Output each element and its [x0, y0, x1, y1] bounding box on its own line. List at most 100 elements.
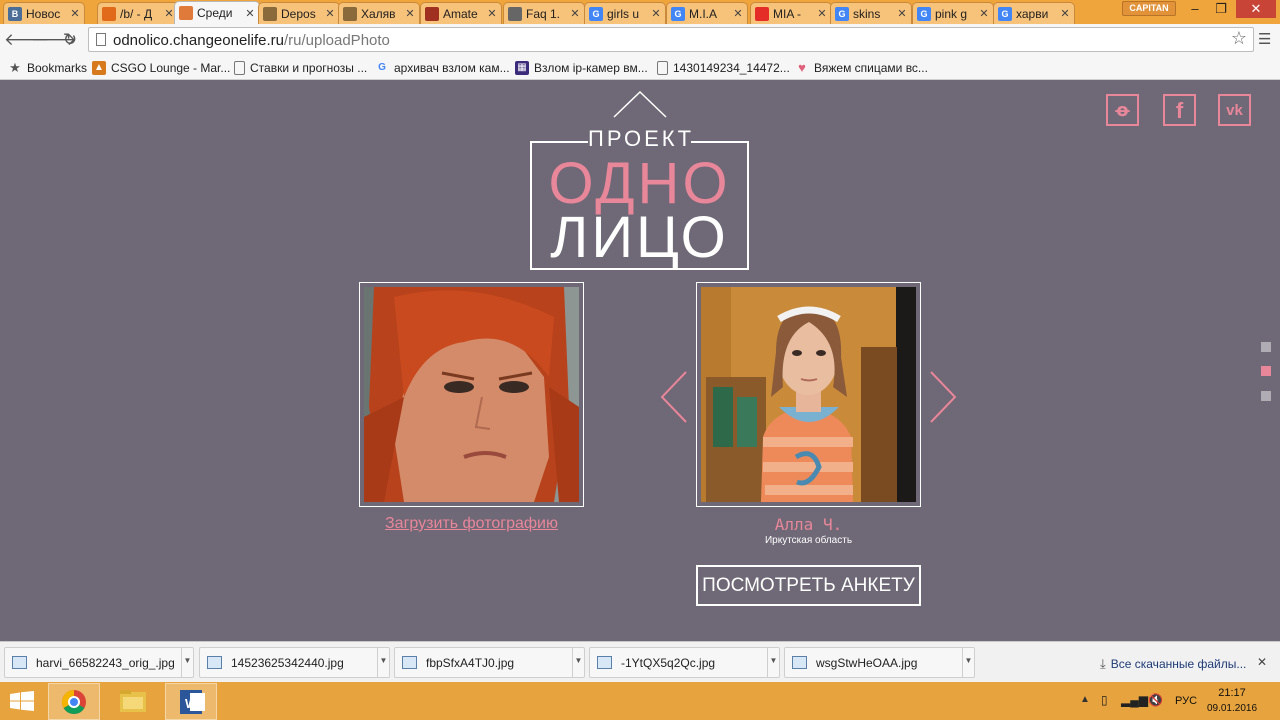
tab-10[interactable]: MIA - ✕ [750, 2, 832, 24]
pager-dot[interactable] [1261, 391, 1271, 401]
clock-time[interactable]: 21:17 [1205, 687, 1259, 699]
clock-date[interactable]: 09.01.2016 [1205, 703, 1259, 714]
maximize-button[interactable]: ❐ [1208, 0, 1234, 18]
chrome-menu-icon[interactable]: ☰ [1258, 30, 1271, 48]
chevron-down-icon[interactable]: ▼ [962, 648, 974, 677]
facebook-icon[interactable]: f [1163, 94, 1196, 126]
download-item[interactable]: wsgStwHeOAA.jpg ▼ [784, 647, 975, 678]
device-icon[interactable]: ▯ [1101, 693, 1108, 707]
windows-start-icon[interactable] [10, 691, 34, 711]
chevron-down-icon[interactable]: ▼ [572, 648, 584, 677]
tab-title: MIA - [773, 6, 802, 21]
google-icon: G [378, 61, 386, 73]
view-profile-button[interactable]: ПОСМОТРЕТЬ АНКЕТУ [696, 565, 921, 606]
profile-badge[interactable]: CAPITAN [1122, 1, 1176, 16]
google-icon: G [671, 6, 685, 21]
tab-title: Новос [26, 6, 61, 21]
pager-dot-active[interactable] [1261, 366, 1271, 376]
logo-title-top: ПРОЕКТ [588, 126, 695, 151]
all-downloads-link[interactable]: Все скачанные файлы... [1100, 656, 1247, 672]
tab-title: M.I.A [689, 6, 718, 21]
volume-muted-icon[interactable]: 🔇 [1148, 693, 1163, 707]
tab-close-icon[interactable]: ✕ [1059, 7, 1071, 20]
windows-taskbar: W ▲ ▯ ▂▄▆ 🔇 РУС 21:17 09.01.2016 [0, 682, 1280, 720]
tab-title: Faq 1. [526, 6, 561, 21]
tab-close-icon[interactable]: ✕ [569, 7, 581, 20]
upload-photo-link[interactable]: Загрузить фотографию [359, 515, 584, 533]
odnoklassniki-icon[interactable]: ꝋ [1106, 94, 1139, 126]
vkontakte-icon[interactable]: vk [1218, 94, 1251, 126]
tab-close-icon[interactable]: ✕ [404, 7, 416, 20]
chevron-down-icon[interactable]: ▼ [767, 648, 779, 677]
tab-close-icon[interactable]: ✕ [816, 7, 828, 20]
bookmark-item[interactable]: ▦ Взлом ip-камер вм... [515, 59, 648, 76]
downloads-bar: harvi_66582243_orig_.jpg ▼ 14523625342440… [0, 641, 1280, 682]
tab-close-icon[interactable]: ✕ [324, 7, 336, 20]
uploaded-photo [364, 287, 579, 502]
explorer-task-button[interactable] [108, 683, 160, 720]
tab-close-icon[interactable]: ✕ [896, 7, 908, 20]
download-item[interactable]: fbpSfxA4TJ0.jpg ▼ [394, 647, 585, 678]
tab-close-icon[interactable]: ✕ [244, 7, 256, 20]
page-icon [96, 33, 106, 46]
bookmark-item[interactable]: Ставки и прогнозы ... [234, 59, 367, 76]
chevron-down-icon[interactable]: ▼ [377, 648, 389, 677]
back-arrow-icon[interactable]: 🡐 [4, 28, 50, 52]
address-bar[interactable]: odnolico.changeonelife.ru/ru/uploadPhoto… [88, 27, 1254, 52]
reload-icon[interactable]: ↻ [58, 28, 82, 52]
tab-close-icon[interactable]: ✕ [650, 7, 662, 20]
tab-9[interactable]: G M.I.A ✕ [666, 2, 748, 24]
tab-7[interactable]: Faq 1. ✕ [503, 2, 585, 24]
tab-title: girls u [607, 6, 640, 21]
tab-title: skins [853, 6, 881, 21]
bookmark-star-icon[interactable]: ☆ [1231, 28, 1247, 49]
tab-11[interactable]: Gskins ✕ [830, 2, 912, 24]
uploaded-photo-frame[interactable] [359, 282, 584, 507]
tab-5[interactable]: Халяв ✕ [338, 2, 420, 24]
image-file-icon [207, 656, 222, 669]
tab-close-icon[interactable]: ✕ [732, 7, 744, 20]
language-indicator[interactable]: РУС [1175, 695, 1197, 707]
tab-8[interactable]: Ggirls u ✕ [584, 2, 666, 24]
tab-4[interactable]: Depos ✕ [258, 2, 340, 24]
bolt-icon [102, 6, 116, 21]
window-close-button[interactable]: ✕ [1236, 0, 1276, 18]
bookmark-item[interactable]: ★ Bookmarks [8, 59, 87, 76]
match-photo-frame[interactable] [696, 282, 921, 507]
tab-close-icon[interactable]: ✕ [978, 7, 990, 20]
minimize-button[interactable]: – [1182, 0, 1208, 18]
tray-expand-icon[interactable]: ▲ [1080, 694, 1090, 705]
google-icon: G [917, 6, 931, 21]
tab-1[interactable]: B Новос ✕ [3, 2, 85, 24]
person-name: Алла Ч. [774, 515, 843, 534]
tab-close-icon[interactable]: ✕ [486, 7, 498, 20]
tab-6[interactable]: Amate ✕ [420, 2, 502, 24]
tab-3[interactable]: Среди ✕ [174, 1, 260, 24]
tab-12[interactable]: Gpink g ✕ [912, 2, 994, 24]
tab-close-icon[interactable]: ✕ [69, 7, 81, 20]
close-icon[interactable]: ✕ [1257, 655, 1267, 669]
chevron-right-icon[interactable] [928, 370, 958, 424]
bookmarks-bar: ★ Bookmarks ▲ CSGO Lounge - Mar... Ставки … [0, 55, 1280, 80]
chevron-left-icon[interactable] [659, 370, 689, 424]
forward-arrow-icon[interactable]: 🡒 [31, 28, 77, 52]
network-icon[interactable]: ▂▄▆ [1121, 693, 1148, 707]
tab-13[interactable]: Gхарви ✕ [993, 2, 1075, 24]
bookmark-item[interactable]: ♥ Вяжем спицами вс... [795, 59, 928, 76]
word-task-button[interactable]: W [165, 683, 217, 720]
tab-title: харви [1016, 6, 1049, 21]
pager-dot[interactable] [1261, 342, 1271, 352]
bookmark-item[interactable]: ▲ CSGO Lounge - Mar... [92, 59, 230, 76]
bookmark-item[interactable]: 1430149234_14472... [657, 59, 790, 76]
url-text[interactable]: odnolico.changeonelife.ru/ru/uploadPhoto [113, 32, 390, 49]
chevron-down-icon[interactable]: ▼ [181, 648, 193, 677]
amate-icon [425, 6, 439, 21]
bookmark-item[interactable]: Gархивач взлом кам... [375, 59, 509, 76]
download-item[interactable]: -1YtQX5q2Qc.jpg ▼ [589, 647, 780, 678]
tab-2[interactable]: /b/ - Д ✕ [97, 2, 179, 24]
tab-title: Depos [281, 6, 316, 21]
download-item[interactable]: 14523625342440.jpg ▼ [199, 647, 390, 678]
download-item[interactable]: harvi_66582243_orig_.jpg ▼ [4, 647, 194, 678]
chrome-task-button[interactable] [48, 683, 100, 720]
image-file-icon [792, 656, 807, 669]
